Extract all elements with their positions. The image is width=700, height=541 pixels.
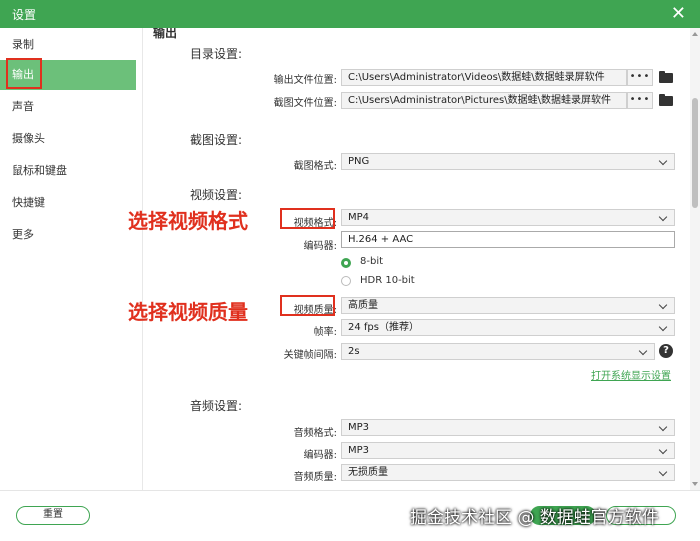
hdr-10-bit-label: HDR 10-bit: [360, 275, 415, 286]
settings-content: 输出 目录设置: 输出文件位置: C:\Users\Administrator\…: [143, 28, 688, 490]
page-title: 输出: [153, 28, 178, 40]
watermark-text: 掘金技术社区 @ 数据蛙官方软件: [410, 508, 659, 528]
help-icon[interactable]: ?: [659, 344, 673, 358]
encoder-field[interactable]: H.264 + AAC: [341, 231, 675, 248]
sidebar-item-more[interactable]: 更多: [0, 220, 136, 250]
output-path-browse-button[interactable]: •••: [627, 69, 653, 86]
title-bar: 设置 ✕: [0, 0, 700, 28]
fps-label: 帧率:: [313, 327, 337, 338]
vertical-scrollbar[interactable]: [690, 28, 700, 490]
reset-button[interactable]: 重置: [16, 506, 90, 525]
video-format-select[interactable]: MP4: [341, 209, 675, 226]
screenshot-path-browse-button[interactable]: •••: [627, 92, 653, 109]
sidebar-item-record[interactable]: 录制: [0, 30, 136, 60]
audio-encoder-select[interactable]: MP3: [341, 442, 675, 459]
scroll-up-icon[interactable]: [692, 32, 698, 36]
annotation-select-video-format: 选择视频格式: [128, 209, 248, 233]
audio-section-heading: 音频设置:: [190, 399, 243, 413]
output-path-label: 输出文件位置:: [273, 75, 337, 86]
screenshot-format-label: 截图格式:: [293, 161, 337, 172]
video-section-heading: 视频设置:: [190, 188, 243, 202]
fps-select[interactable]: 24 fps（推荐）: [341, 319, 675, 336]
window-title: 设置: [12, 8, 37, 22]
audio-quality-select[interactable]: 无损质量: [341, 464, 675, 481]
screenshot-section-heading: 截图设置:: [190, 133, 243, 147]
audio-quality-label: 音频质量:: [293, 472, 337, 483]
screenshot-folder-icon[interactable]: [659, 94, 673, 106]
audio-format-label: 音频格式:: [293, 428, 337, 439]
sidebar-item-audio[interactable]: 声音: [0, 92, 136, 122]
sidebar-item-camera[interactable]: 摄像头: [0, 124, 136, 154]
open-display-settings-link[interactable]: 打开系统显示设置: [591, 367, 671, 382]
sidebar-item-output[interactable]: 输出: [0, 60, 136, 90]
keyframe-interval-select[interactable]: 2s: [341, 343, 655, 360]
encoder-label: 编码器:: [303, 241, 337, 252]
keyframe-interval-label: 关键帧间隔:: [283, 350, 337, 361]
bit-8-label: 8-bit: [360, 256, 384, 267]
close-icon[interactable]: ✕: [671, 3, 686, 24]
output-path-field[interactable]: C:\Users\Administrator\Videos\数据蛙\数据蛙录屏软…: [341, 69, 627, 86]
annotation-select-video-quality: 选择视频质量: [128, 300, 248, 324]
audio-encoder-label: 编码器:: [303, 450, 337, 461]
dir-section-heading: 目录设置:: [190, 47, 243, 61]
bit-8-radio[interactable]: [341, 258, 351, 268]
footer: 重置 掘金技术社区 @ 数据蛙官方软件: [0, 490, 700, 541]
video-quality-select[interactable]: 高质量: [341, 297, 675, 314]
scroll-down-icon[interactable]: [692, 482, 698, 486]
screenshot-path-label: 截图文件位置:: [273, 98, 337, 109]
screenshot-path-field[interactable]: C:\Users\Administrator\Pictures\数据蛙\数据蛙录…: [341, 92, 627, 109]
screenshot-format-select[interactable]: PNG: [341, 153, 675, 170]
sidebar: 录制 输出 声音 摄像头 鼠标和键盘 快捷键 更多: [0, 28, 143, 490]
audio-format-select[interactable]: MP3: [341, 419, 675, 436]
hdr-10-bit-radio[interactable]: [341, 276, 351, 286]
sidebar-item-hotkeys[interactable]: 快捷键: [0, 188, 136, 218]
scrollbar-thumb[interactable]: [692, 98, 698, 208]
sidebar-item-mouse-keyboard[interactable]: 鼠标和键盘: [0, 156, 136, 186]
output-folder-icon[interactable]: [659, 71, 673, 83]
